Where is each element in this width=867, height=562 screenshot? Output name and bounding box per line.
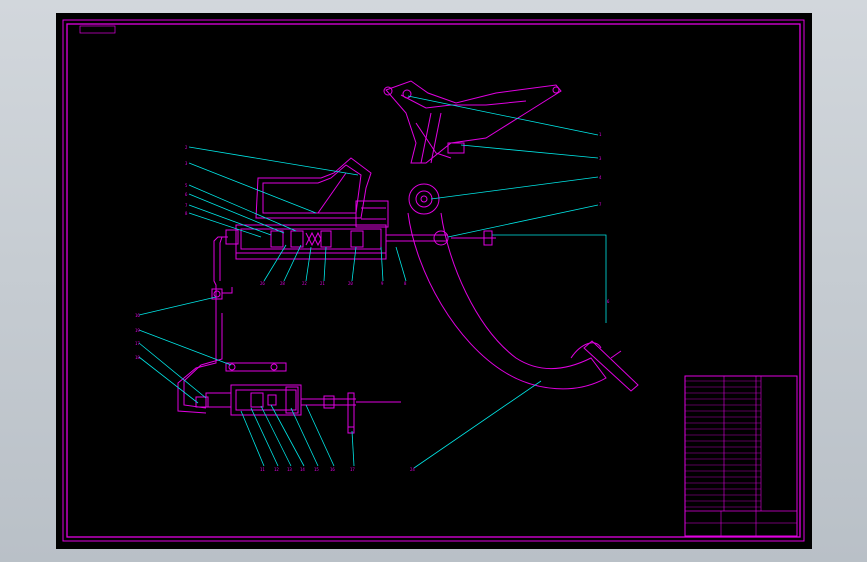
label-8b: 8 <box>404 281 407 286</box>
label-28: 28 <box>280 281 285 286</box>
part-labels: 1 3 4 7 6 2 3 5 6 7 8 26 28 22 21 20 9 8… <box>135 132 610 472</box>
label-13: 13 <box>287 467 292 472</box>
outer-frame <box>62 19 805 542</box>
label-6-vertical: 6 <box>607 299 610 304</box>
leader-lines <box>138 95 607 469</box>
label-3b: 3 <box>185 161 188 166</box>
label-12: 12 <box>274 467 279 472</box>
label-15: 15 <box>314 467 319 472</box>
title-tag <box>79 25 116 34</box>
label-7b: 7 <box>185 203 188 208</box>
label-17b: 17 <box>350 467 355 472</box>
label-3: 3 <box>599 156 602 161</box>
label-11: 11 <box>260 467 265 472</box>
label-19: 19 <box>135 328 140 333</box>
slave-cylinder <box>177 313 401 434</box>
label-22: 22 <box>302 281 307 286</box>
label-16: 16 <box>135 313 140 318</box>
label-21: 21 <box>320 281 325 286</box>
label-26: 26 <box>260 281 265 286</box>
cad-drawing: 1 3 4 7 6 2 3 5 6 7 8 26 28 22 21 20 9 8… <box>62 19 805 542</box>
master-cylinder <box>211 157 389 313</box>
label-14: 14 <box>300 467 305 472</box>
label-8: 8 <box>185 211 188 216</box>
label-24: 24 <box>410 467 415 472</box>
title-block <box>684 375 798 537</box>
label-9: 9 <box>381 281 384 286</box>
label-2: 2 <box>185 145 188 150</box>
label-5: 5 <box>185 183 188 188</box>
label-20: 20 <box>348 281 353 286</box>
title-block-rows <box>685 380 761 508</box>
label-17: 17 <box>135 341 140 346</box>
label-16b: 16 <box>330 467 335 472</box>
label-6: 6 <box>185 192 188 197</box>
drawing-viewport[interactable]: 1 3 4 7 6 2 3 5 6 7 8 26 28 22 21 20 9 8… <box>56 13 812 549</box>
label-7: 7 <box>599 202 602 207</box>
label-4: 4 <box>599 175 602 180</box>
label-1: 1 <box>599 132 602 137</box>
label-18: 18 <box>135 355 140 360</box>
pedal-assembly <box>383 80 639 392</box>
